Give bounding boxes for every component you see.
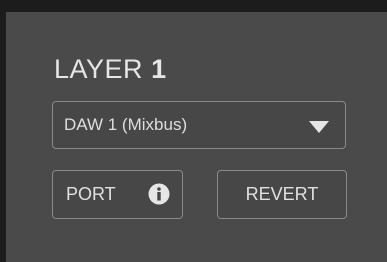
source-dropdown[interactable]: DAW 1 (Mixbus) <box>52 101 346 149</box>
layer-title-number: 1 <box>151 54 167 84</box>
revert-button[interactable]: REVERT <box>217 170 347 219</box>
layer-title: LAYER 1 <box>54 56 167 83</box>
triangle-down-icon <box>309 121 329 133</box>
revert-button-label: REVERT <box>245 184 319 204</box>
port-button-label: PORT <box>66 184 116 204</box>
info-icon[interactable] <box>148 183 170 205</box>
port-button[interactable]: PORT <box>52 170 183 219</box>
layer-title-prefix: LAYER <box>54 54 144 84</box>
source-dropdown-value: DAW 1 (Mixbus) <box>64 115 188 134</box>
